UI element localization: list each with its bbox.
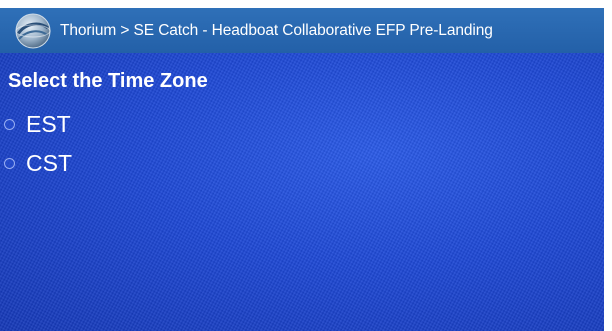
radio-button-est[interactable] (4, 118, 15, 130)
globe-app-icon[interactable] (12, 10, 54, 52)
radio-option-est[interactable]: EST (4, 109, 71, 139)
radio-button-cst[interactable] (4, 157, 15, 169)
radio-label-est: EST (26, 111, 71, 137)
app-screen: Thorium > SE Catch - Headboat Collaborat… (0, 8, 604, 331)
app-title: Thorium > SE Catch - Headboat Collaborat… (60, 21, 493, 39)
radio-label-cst: CST (26, 150, 72, 176)
radio-option-cst[interactable]: CST (4, 148, 72, 178)
app-bar: Thorium > SE Catch - Headboat Collaborat… (0, 8, 604, 53)
globe-icon (15, 13, 51, 48)
question-title: Select the Time Zone (8, 70, 208, 92)
